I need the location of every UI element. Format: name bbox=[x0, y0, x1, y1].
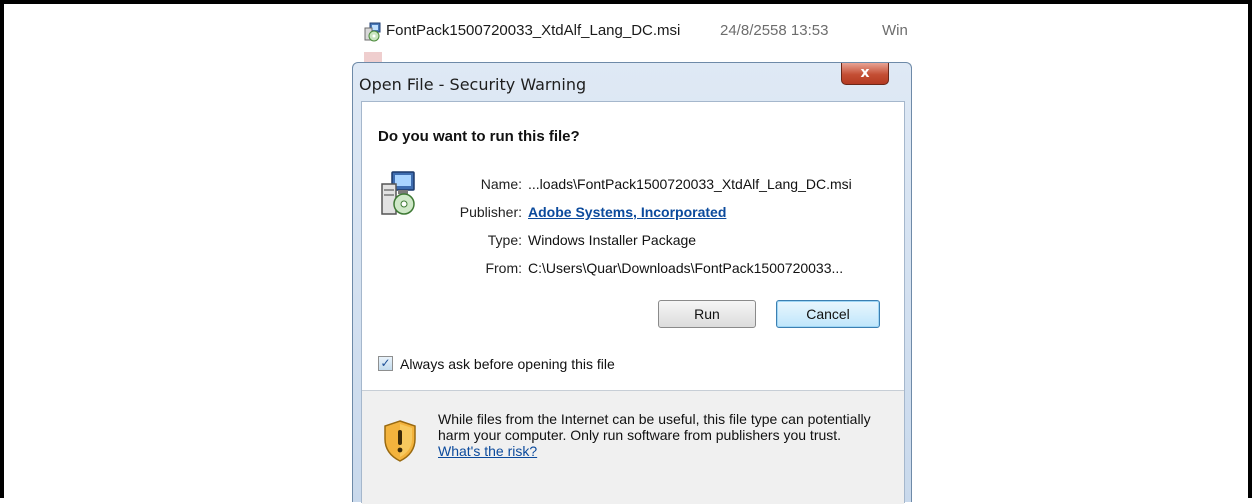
screenshot-frame: FontPack1500720033_XtdAlf_Lang_DC.msi 24… bbox=[0, 0, 1252, 504]
name-label: Name: bbox=[480, 176, 522, 192]
shield-warning-icon bbox=[384, 420, 416, 462]
file-row[interactable]: FontPack1500720033_XtdAlf_Lang_DC.msi 24… bbox=[352, 18, 912, 46]
installer-package-icon bbox=[381, 171, 415, 215]
from-value: C:\Users\Quar\Downloads\FontPack15007200… bbox=[528, 260, 844, 276]
from-label: From: bbox=[485, 260, 522, 276]
publisher-link[interactable]: Adobe Systems, Incorporated bbox=[528, 204, 726, 220]
dialog-titlebar[interactable]: Open File - Security Warning x bbox=[353, 63, 911, 99]
close-icon: x bbox=[860, 65, 870, 81]
close-button[interactable]: x bbox=[841, 63, 889, 85]
type-value: Windows Installer Package bbox=[528, 232, 697, 248]
dialog-body: Do you want to run this file? Name: ...l… bbox=[361, 101, 905, 504]
name-value: ...loads\FontPack1500720033_XtdAlf_Lang_… bbox=[528, 176, 852, 192]
file-type: Win bbox=[882, 22, 908, 39]
always-ask-label[interactable]: Always ask before opening this file bbox=[400, 356, 615, 372]
installer-package-icon bbox=[364, 22, 381, 42]
run-button[interactable]: Run bbox=[658, 300, 756, 328]
warning-message: While files from the Internet can be use… bbox=[438, 411, 878, 459]
cancel-button[interactable]: Cancel bbox=[776, 300, 880, 328]
dialog-title: Open File - Security Warning bbox=[359, 75, 587, 94]
file-date: 24/8/2558 13:53 bbox=[720, 22, 829, 39]
dialog-question: Do you want to run this file? bbox=[378, 128, 580, 145]
security-warning-dialog: Open File - Security Warning x Do you wa… bbox=[352, 62, 912, 504]
always-ask-checkbox[interactable]: ✓ bbox=[378, 356, 393, 371]
publisher-label: Publisher: bbox=[459, 204, 522, 220]
whats-the-risk-link[interactable]: What's the risk? bbox=[438, 443, 537, 459]
warning-panel: While files from the Internet can be use… bbox=[362, 391, 904, 504]
file-name: FontPack1500720033_XtdAlf_Lang_DC.msi bbox=[386, 22, 681, 39]
type-label: Type: bbox=[487, 232, 522, 248]
warning-text: While files from the Internet can be use… bbox=[438, 411, 871, 443]
